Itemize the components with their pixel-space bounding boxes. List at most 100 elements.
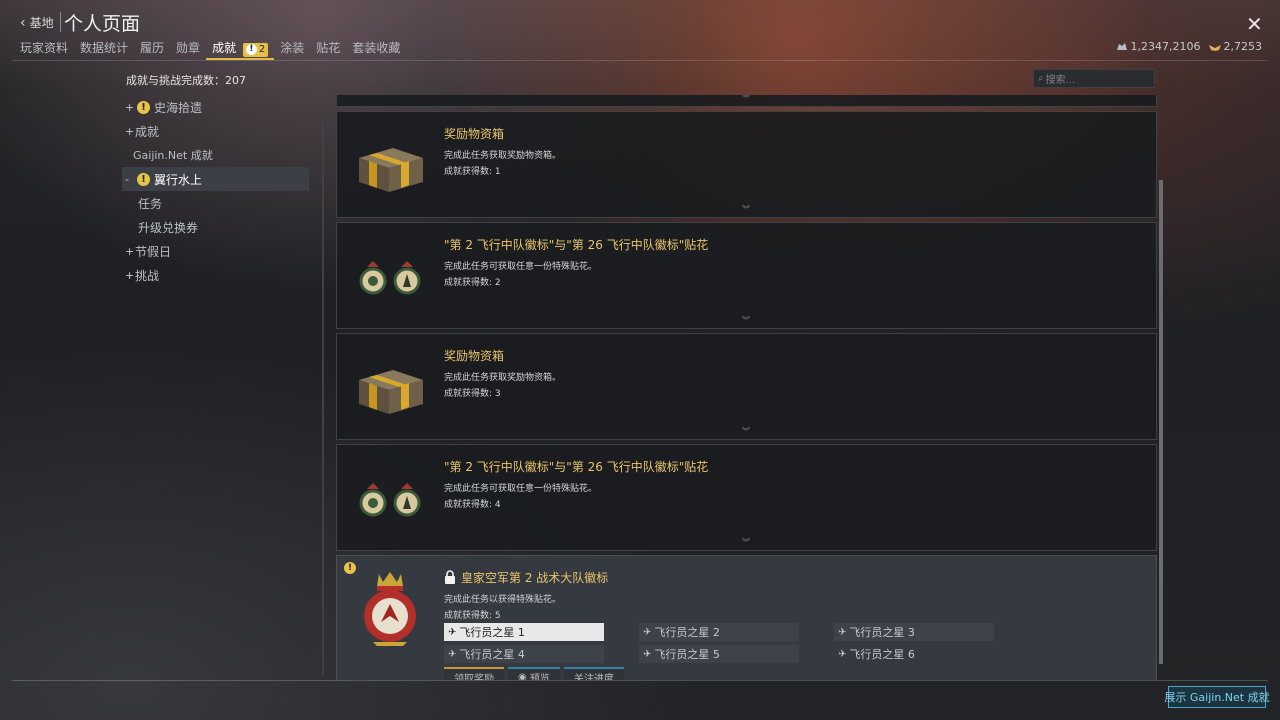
sidebar-item-upgrade-coupons[interactable]: 升级兑换券 <box>122 215 309 239</box>
achievement-count: 成就获得数: 5 <box>444 611 501 621</box>
show-gaijin-achievements-button[interactable]: 展示 Gaijin.Net 成就 <box>1164 686 1270 708</box>
search-input[interactable]: ⌕ 搜索... <box>1033 69 1155 88</box>
tab-label: 涂装 <box>280 41 305 55</box>
expand-icon: + <box>125 100 135 114</box>
sidebar-item-label: 翼行水上 <box>154 172 203 187</box>
tab-history[interactable]: 履历 <box>134 36 170 60</box>
tab-label: 成就 <box>212 41 237 55</box>
plane-icon: ✈ <box>448 626 457 638</box>
achievement-card[interactable]: "第 2 飞行中队徽标"与"第 26 飞行中队徽标"贴花 完成此任务可获取任意一… <box>336 444 1157 551</box>
sidebar-item-holidays[interactable]: + 节假日 <box>122 239 309 263</box>
achievement-title: 奖励物资箱 <box>444 349 505 363</box>
silver-lions: 1,2347,2106 <box>1116 40 1201 53</box>
card-action-buttons: 领取奖励 ◉ 预览 关注进度 <box>444 667 624 680</box>
tab-profile[interactable]: 玩家资料 <box>14 36 74 60</box>
requirement-pilot-star-5[interactable]: ✈ 飞行员之星 5 <box>639 645 799 663</box>
list-scrollbar[interactable] <box>1159 180 1163 664</box>
expand-icon: + <box>125 268 135 282</box>
sidebar-item-label: 挑战 <box>135 268 160 283</box>
tab-skins[interactable]: 涂装 <box>274 36 310 60</box>
sidebar-item-label: 任务 <box>138 196 163 211</box>
tab-stats[interactable]: 数据统计 <box>74 36 134 60</box>
sidebar-item-wings-over-water[interactable]: - ! 翼行水上 <box>122 167 309 191</box>
requirement-label: 飞行员之星 5 <box>654 648 720 661</box>
currency-display: 1,2347,2106 2,7253 <box>1116 40 1262 53</box>
plane-icon: ✈ <box>838 648 847 660</box>
squadron-roundels-icon <box>359 483 421 517</box>
chevron-down-icon[interactable]: ︾ <box>742 204 750 215</box>
search-placeholder: 搜索... <box>1045 75 1076 86</box>
achievement-card-partial: ︾ <box>336 95 1157 107</box>
chevron-down-icon[interactable]: ︾ <box>742 315 750 326</box>
search-icon: ⌕ <box>1038 73 1044 84</box>
requirement-label: 飞行员之星 3 <box>849 626 915 639</box>
button-label: 预览 <box>529 673 550 681</box>
category-sidebar: + ! 史海拾遗 + 成就 Gaijin.Net 成就 - ! 翼行水上 任务 … <box>122 95 309 287</box>
track-progress-button[interactable]: 关注进度 <box>563 667 624 680</box>
requirement-label: 飞行员之星 1 <box>459 626 525 639</box>
requirement-pilot-star-3[interactable]: ✈ 飞行员之星 3 <box>834 623 994 641</box>
chevron-left-icon: ‹ <box>20 14 26 31</box>
achievement-title-text: 皇家空军第 2 战术大队徽标 <box>461 571 609 585</box>
chevron-down-icon[interactable]: ︾ <box>742 426 750 437</box>
achievement-description: 完成此任务可获取任意一份特殊贴花。 <box>444 484 598 494</box>
requirement-pilot-star-6[interactable]: ✈ 飞行员之星 6 <box>834 645 994 663</box>
tab-sets[interactable]: 套装收藏 <box>346 36 406 60</box>
sidebar-item-label: 成就 <box>135 124 160 139</box>
achievement-count: 成就获得数: 4 <box>444 500 501 510</box>
sidebar-item-challenges[interactable]: + 挑战 <box>122 263 309 287</box>
tab-label: 履历 <box>140 41 165 55</box>
sidebar-item-history[interactable]: + ! 史海拾遗 <box>122 95 309 119</box>
alert-icon: ! <box>137 172 150 186</box>
top-bar: ‹ 基地 个人页面 ✕ 玩家资料 数据统计 履历 勋章 成就 ! 2 涂装 贴花 … <box>0 0 1280 62</box>
requirement-pilot-star-1[interactable]: ✈ 飞行员之星 1 <box>444 623 604 641</box>
sidebar-item-label: Gaijin.Net 成就 <box>133 149 213 162</box>
achievement-title: "第 2 飞行中队徽标"与"第 26 飞行中队徽标"贴花 <box>444 238 709 252</box>
close-icon[interactable]: ✕ <box>1246 14 1263 34</box>
silver-amount: 1,2347,2106 <box>1130 40 1201 53</box>
sidebar-item-label: 史海拾遗 <box>154 100 203 115</box>
achievement-title: 奖励物资箱 <box>444 127 505 141</box>
sidebar-item-tasks[interactable]: 任务 <box>122 191 309 215</box>
crate-icon <box>359 148 423 192</box>
tab-bar: 玩家资料 数据统计 履历 勋章 成就 ! 2 涂装 贴花 套装收藏 <box>14 36 406 60</box>
panel-divider <box>322 95 324 675</box>
achievement-card[interactable]: 奖励物资箱 完成此任务获取奖励物资箱。 成就获得数: 3 ︾ <box>336 333 1157 440</box>
plane-icon: ✈ <box>643 648 652 660</box>
chevron-down-icon[interactable]: ︾ <box>742 95 750 104</box>
achievement-count: 成就获得数: 2 <box>444 278 501 288</box>
tab-decals[interactable]: 贴花 <box>310 36 346 60</box>
requirement-pilot-star-4[interactable]: ✈ 飞行员之星 4 <box>444 645 604 663</box>
sidebar-item-label: 升级兑换券 <box>138 220 199 235</box>
achievement-summary: 成就与挑战完成数：207 <box>126 74 246 87</box>
tab-medals[interactable]: 勋章 <box>170 36 206 60</box>
achievement-card-locked[interactable]: ! 皇家空军第 2 战术大队徽标 完成此任务以获得特殊贴花。 成就获得数: 5 … <box>336 555 1157 680</box>
back-button[interactable]: ‹ 基地 <box>20 14 54 31</box>
preview-button[interactable]: ◉ 预览 <box>508 667 560 680</box>
alert-icon: ! <box>137 100 150 114</box>
claim-reward-button[interactable]: 领取奖励 <box>444 667 504 680</box>
chevron-down-icon[interactable]: ︾ <box>742 537 750 548</box>
warning-icon: ! <box>245 44 257 55</box>
achievement-description: 完成此任务获取奖励物资箱。 <box>444 151 562 161</box>
sidebar-item-gaijin[interactable]: Gaijin.Net 成就 <box>122 143 309 167</box>
lock-icon <box>445 570 455 584</box>
collapse-icon: - <box>125 172 129 186</box>
golden-eagle-icon <box>1208 44 1221 51</box>
expand-icon: + <box>125 244 135 258</box>
sidebar-item-achievements[interactable]: + 成就 <box>122 119 309 143</box>
plane-icon: ✈ <box>448 648 457 660</box>
requirement-pilot-star-2[interactable]: ✈ 飞行员之星 2 <box>639 623 799 641</box>
achievement-card[interactable]: 奖励物资箱 完成此任务获取奖励物资箱。 成就获得数: 1 ︾ <box>336 111 1157 218</box>
silver-lion-icon <box>1116 42 1127 50</box>
page-title: 个人页面 <box>64 13 141 35</box>
gold-amount: 2,7253 <box>1223 40 1263 53</box>
back-label: 基地 <box>29 16 54 30</box>
achievement-card[interactable]: "第 2 飞行中队徽标"与"第 26 飞行中队徽标"贴花 完成此任务可获取任意一… <box>336 222 1157 329</box>
achievement-title: "第 2 飞行中队徽标"与"第 26 飞行中队徽标"贴花 <box>444 460 709 474</box>
tab-label: 贴花 <box>316 41 341 55</box>
tab-badge: ! 2 <box>242 42 269 57</box>
tab-achievements[interactable]: 成就 ! 2 <box>206 36 275 60</box>
achievement-title: 皇家空军第 2 战术大队徽标 <box>444 569 608 586</box>
title-separator <box>60 12 61 32</box>
